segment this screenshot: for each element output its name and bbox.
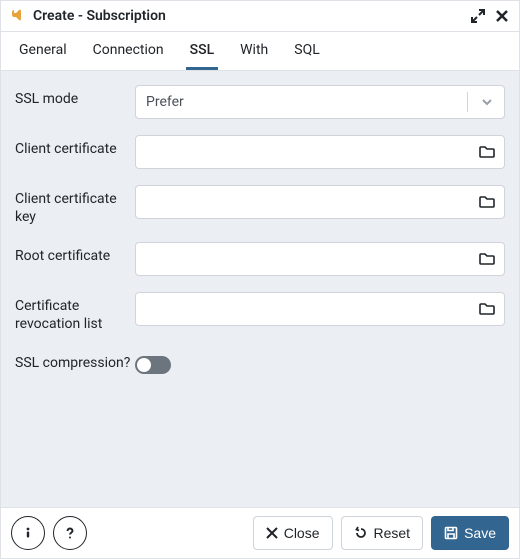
tab-sql[interactable]: SQL [290,32,323,70]
ssl-mode-label: SSL mode [15,85,135,109]
close-icon[interactable] [495,9,509,23]
client-key-label: Client certificate key [15,185,135,226]
ssl-compression-toggle[interactable] [135,356,171,374]
folder-icon[interactable] [476,141,498,163]
close-button[interactable]: Close [253,516,333,550]
root-cert-input[interactable] [146,250,476,268]
tabs: General Connection SSL With SQL [1,32,519,71]
root-cert-label: Root certificate [15,242,135,266]
chevron-down-icon [474,95,500,109]
help-button[interactable] [53,516,87,550]
create-subscription-dialog: Create - Subscription General Connection… [0,0,520,559]
crl-field [135,292,505,326]
tab-connection[interactable]: Connection [89,32,168,70]
save-button-label: Save [464,525,496,541]
ssl-mode-select[interactable]: Prefer [135,85,505,119]
reset-button[interactable]: Reset [341,516,424,550]
folder-icon[interactable] [476,298,498,320]
close-button-label: Close [284,525,320,541]
tab-body-ssl: SSL mode Prefer Client certificate [1,71,519,507]
ssl-compression-label: SSL compression? [15,349,135,373]
client-cert-field [135,135,505,169]
dialog-title: Create - Subscription [33,8,166,24]
titlebar: Create - Subscription [1,1,519,32]
tab-general[interactable]: General [15,32,71,70]
tab-ssl[interactable]: SSL [186,32,219,70]
maximize-icon[interactable] [471,9,485,23]
tab-with[interactable]: With [236,32,272,70]
crl-label: Certificate revocation list [15,292,135,333]
client-cert-label: Client certificate [15,135,135,159]
client-key-field [135,185,505,219]
subscription-icon [9,7,27,25]
ssl-mode-value: Prefer [146,94,461,110]
save-button[interactable]: Save [431,516,509,550]
client-cert-input[interactable] [146,143,476,161]
client-key-input[interactable] [146,193,476,211]
crl-input[interactable] [146,300,476,318]
folder-icon[interactable] [476,248,498,270]
reset-button-label: Reset [374,525,411,541]
folder-icon[interactable] [476,191,498,213]
root-cert-field [135,242,505,276]
info-button[interactable] [11,516,45,550]
dialog-footer: Close Reset Save [1,507,519,558]
